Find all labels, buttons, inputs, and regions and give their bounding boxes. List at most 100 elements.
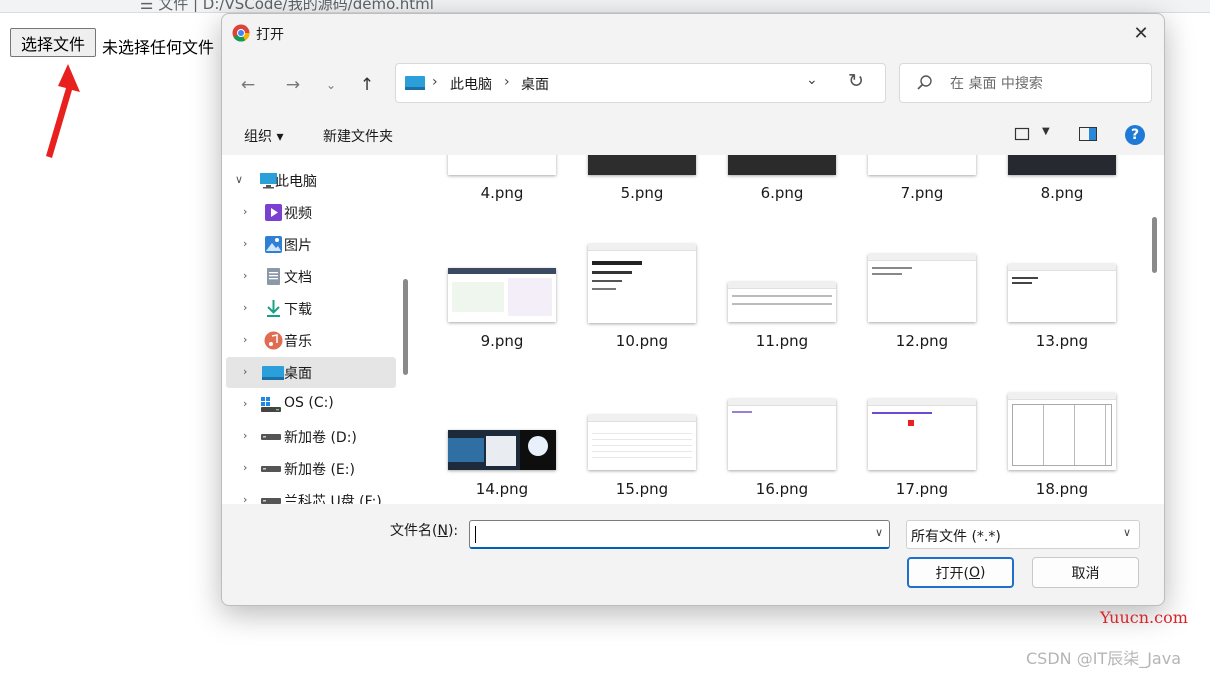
file-name[interactable]: 11.png <box>712 332 852 350</box>
new-folder-button[interactable]: 新建文件夹 <box>323 126 393 146</box>
browser-address[interactable]: ☰ 文件 | D:/VSCode/我的源码/demo.html <box>140 0 434 12</box>
breadcrumb-desktop[interactable]: 桌面 <box>521 74 549 94</box>
chevron-down-icon[interactable]: ∨ <box>875 526 883 539</box>
recent-locations-button[interactable]: ⌄ <box>319 73 343 97</box>
up-button[interactable]: ↑ <box>355 73 379 97</box>
text-caret <box>475 526 476 543</box>
nav-item-label: 音乐 <box>284 334 312 350</box>
breadcrumb-this-pc[interactable]: 此电脑 <box>450 74 492 94</box>
file-thumbnail[interactable] <box>868 155 976 175</box>
file-thumbnail[interactable] <box>728 399 836 470</box>
chevron-right-icon[interactable]: › <box>243 205 247 218</box>
file-name[interactable]: 14.png <box>432 480 572 498</box>
file-thumbnail[interactable] <box>448 268 556 322</box>
file-thumbnail[interactable] <box>1008 264 1116 322</box>
breadcrumb-separator: › <box>504 74 510 90</box>
chevron-right-icon[interactable]: › <box>243 301 247 314</box>
nav-item-label: OS (C:) <box>284 395 334 411</box>
file-thumbnail[interactable] <box>588 415 696 470</box>
chevron-right-icon[interactable]: › <box>243 237 247 250</box>
nav-item-desktop[interactable]: › 桌面 <box>226 357 396 388</box>
browser-toolbar: ☰ 文件 | D:/VSCode/我的源码/demo.html <box>0 0 1210 13</box>
file-thumbnail[interactable] <box>448 430 556 470</box>
open-button[interactable]: 打开(O) <box>907 557 1014 588</box>
file-thumbnail[interactable] <box>1008 155 1116 175</box>
organize-menu[interactable]: 组织 ▾ <box>244 126 283 146</box>
forward-button[interactable]: → <box>281 73 305 97</box>
file-list-scrollbar[interactable] <box>1152 217 1157 273</box>
preview-pane-icon[interactable] <box>1079 127 1097 141</box>
file-name[interactable]: 13.png <box>992 332 1132 350</box>
nav-item-label: 新加卷 (D:) <box>284 430 357 446</box>
chevron-right-icon[interactable]: › <box>243 429 247 442</box>
filetype-select[interactable]: 所有文件 (*.*) ∨ <box>906 520 1140 549</box>
nav-item-pictures[interactable]: › 图片 <box>226 229 396 260</box>
close-button[interactable]: ✕ <box>1118 14 1164 52</box>
breadcrumb-separator: › <box>432 74 438 90</box>
cancel-button[interactable]: 取消 <box>1032 557 1139 588</box>
file-name[interactable]: 16.png <box>712 480 852 498</box>
nav-item-usb-f[interactable]: › 兰科芯 U盘 (F:) <box>226 485 396 504</box>
file-thumbnail[interactable] <box>868 254 976 322</box>
chevron-down-icon[interactable]: ∨ <box>235 173 243 186</box>
nav-pane-scrollbar[interactable] <box>403 279 408 375</box>
file-thumbnail[interactable] <box>1008 393 1116 470</box>
file-thumbnail[interactable] <box>728 155 836 175</box>
search-box[interactable] <box>899 63 1152 103</box>
file-name[interactable]: 5.png <box>572 184 712 202</box>
command-bar: 组织 ▾ 新建文件夹 ▼ ? <box>222 117 1164 153</box>
filetype-value: 所有文件 (*.*) <box>911 529 1001 545</box>
chevron-right-icon[interactable]: › <box>243 269 247 282</box>
file-thumbnail[interactable] <box>588 244 696 323</box>
file-thumbnail[interactable] <box>728 282 836 322</box>
chevron-right-icon[interactable]: › <box>243 397 247 410</box>
nav-item-drive-e[interactable]: › 新加卷 (E:) <box>226 453 396 484</box>
refresh-icon[interactable]: ↻ <box>848 70 864 92</box>
arrow-left-icon: ← <box>240 75 256 95</box>
nav-item-label: 图片 <box>284 238 312 254</box>
file-name[interactable]: 4.png <box>432 184 572 202</box>
open-file-dialog: 打开 ✕ ← → ⌄ ↑ › 此电脑 › 桌面 ⌄ ↻ 组织 ▾ <box>221 13 1165 606</box>
file-thumbnail[interactable] <box>868 399 976 470</box>
chevron-right-icon[interactable]: › <box>243 461 247 474</box>
author-watermark: CSDN @IT辰柒_Java <box>1026 649 1181 668</box>
os-drive-icon <box>261 397 281 412</box>
nav-item-this-pc[interactable]: ∨ 此电脑 <box>226 165 396 196</box>
file-name[interactable]: 8.png <box>992 184 1132 202</box>
dialog-content: ∨ 此电脑 › 视频 › 图片 › 文档 › 下载 › 音乐 › 桌面 › OS… <box>222 155 1164 504</box>
chevron-right-icon[interactable]: › <box>243 365 247 378</box>
file-name[interactable]: 15.png <box>572 480 712 498</box>
usb-drive-icon <box>261 498 281 504</box>
file-name[interactable]: 10.png <box>572 332 712 350</box>
document-icon <box>267 268 280 285</box>
file-name[interactable]: 6.png <box>712 184 852 202</box>
nav-item-music[interactable]: › 音乐 <box>226 325 396 356</box>
file-name[interactable]: 7.png <box>852 184 992 202</box>
nav-item-documents[interactable]: › 文档 <box>226 261 396 292</box>
file-list: 4.png 5.png 6.png 7.png 8.png 9.png 10.p… <box>417 155 1145 504</box>
help-button[interactable]: ? <box>1125 125 1145 145</box>
nav-item-label: 桌面 <box>284 366 312 382</box>
nav-item-drive-d[interactable]: › 新加卷 (D:) <box>226 421 396 452</box>
nav-item-downloads[interactable]: › 下载 <box>226 293 396 324</box>
file-name[interactable]: 17.png <box>852 480 992 498</box>
nav-item-label: 文档 <box>284 270 312 286</box>
view-dropdown-icon[interactable]: ▼ <box>1042 126 1050 137</box>
file-name[interactable]: 18.png <box>992 480 1132 498</box>
back-button[interactable]: ← <box>236 73 260 97</box>
file-name[interactable]: 9.png <box>432 332 572 350</box>
view-mode-icon[interactable] <box>1014 126 1030 142</box>
choose-file-button[interactable]: 选择文件 <box>10 28 96 57</box>
chevron-right-icon[interactable]: › <box>243 333 247 346</box>
address-bar[interactable]: › 此电脑 › 桌面 ⌄ ↻ <box>395 63 886 103</box>
file-thumbnail[interactable] <box>448 155 556 175</box>
address-dropdown-icon[interactable]: ⌄ <box>806 72 818 88</box>
nav-item-videos[interactable]: › 视频 <box>226 197 396 228</box>
file-name[interactable]: 12.png <box>852 332 992 350</box>
nav-item-label: 视频 <box>284 206 312 222</box>
filename-input[interactable]: ∨ <box>469 520 890 549</box>
nav-item-drive-c[interactable]: › OS (C:) <box>226 389 396 420</box>
search-input[interactable] <box>948 73 1142 95</box>
chevron-right-icon[interactable]: › <box>243 493 247 504</box>
file-thumbnail[interactable] <box>588 155 696 175</box>
